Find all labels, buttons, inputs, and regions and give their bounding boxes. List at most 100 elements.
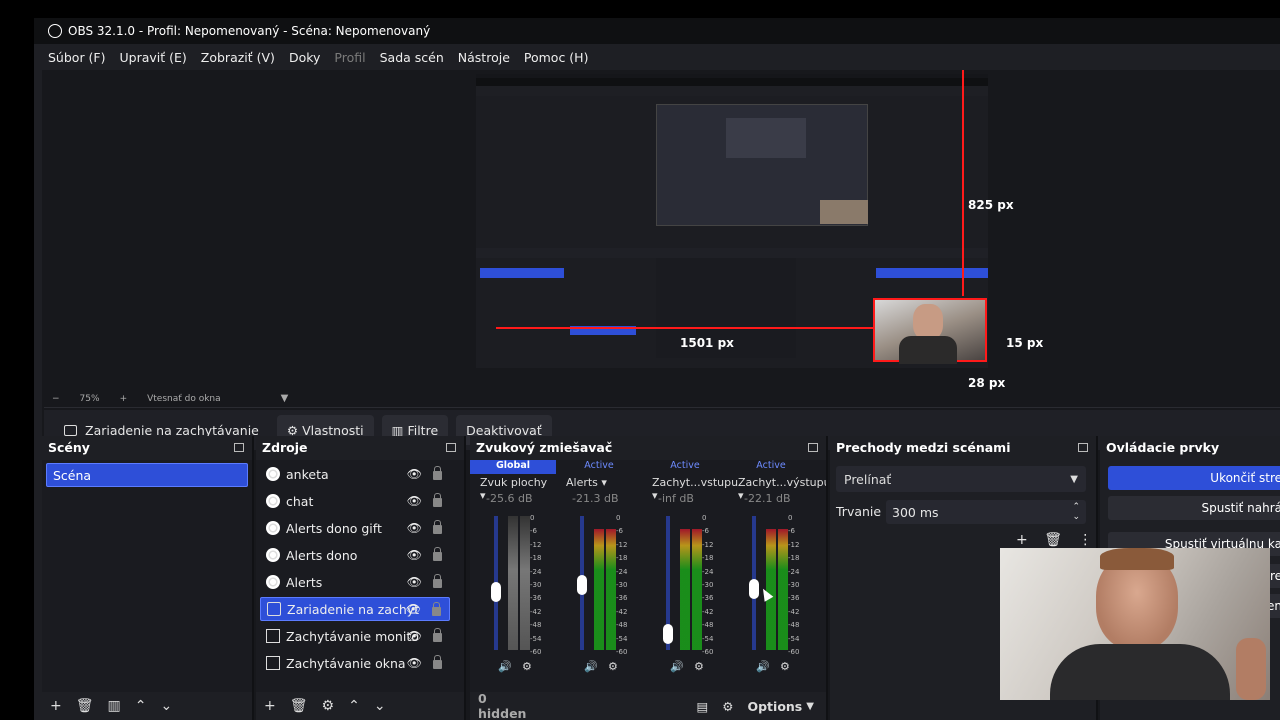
eye-icon[interactable]: 👁 [407,548,422,562]
menu-view[interactable]: Zobraziť (V) [201,50,275,65]
zoom-out-button[interactable]: − [52,394,60,404]
popout-icon[interactable] [234,442,244,452]
chevron-up-icon[interactable]: ⌃ [348,698,360,714]
fit-to-window-select[interactable]: Vtesnať do okna [147,394,221,404]
list-item[interactable]: Alerts 👁 [260,570,450,594]
list-item[interactable]: Zachytávanie monito 👁 [260,624,450,648]
list-item[interactable]: chat 👁 [260,489,450,513]
guide-label-top: 825 px [968,198,1014,212]
transition-tools: + 🗑 ⋮ [1016,532,1092,548]
popout-icon[interactable] [1078,442,1088,452]
channel-name[interactable]: Zachyt...vstupu ▾ [642,476,738,502]
menu-docks[interactable]: Doky [289,50,320,65]
list-item[interactable]: anketa 👁 [260,462,450,486]
add-icon[interactable]: + [50,698,62,714]
mixer-channel: Active Alerts ▾ -21.3 dB 0 -6 -12 -18 -24 -30 -36… [556,460,642,690]
gear-icon[interactable]: ⚙ [322,698,335,714]
channel-status-badge: Active [756,460,786,471]
channel-settings-icon[interactable]: ⚙ [608,660,618,673]
scene-item[interactable]: Scéna [46,463,248,487]
lock-icon[interactable] [433,547,442,561]
lock-icon[interactable] [433,466,442,480]
volume-fader[interactable] [749,579,759,599]
channel-settings-icon[interactable]: ⚙ [780,660,790,673]
eye-icon[interactable]: 👁 [407,467,422,481]
add-icon[interactable]: + [264,698,276,714]
options-button[interactable]: Options [747,699,802,714]
preview-canvas[interactable] [476,74,988,368]
list-item[interactable]: Alerts dono 👁 [260,543,450,567]
hidden-count[interactable]: 0 hidden [478,691,526,720]
layout-icon[interactable]: ▤ [696,699,708,714]
muted-speaker-icon[interactable]: 🔊 [498,660,512,673]
scale-tick: -18 [788,554,800,563]
eye-icon[interactable]: 👁 [407,629,422,643]
list-item[interactable]: Zachytávanie okna 👁 [260,651,450,675]
menu-file[interactable]: Súbor (F) [48,50,106,65]
eye-icon[interactable]: 👁 [407,494,422,508]
channel-name[interactable]: Zachyt...výstupu ▾ [728,476,826,502]
menu-profile[interactable]: Profil [334,50,365,65]
menu-tools[interactable]: Nástroje [458,50,510,65]
volume-fader[interactable] [663,624,673,644]
speaker-icon[interactable]: 🔊 [756,660,770,673]
lock-icon[interactable] [433,493,442,507]
speaker-icon[interactable]: 🔊 [670,660,684,673]
eye-icon[interactable]: 👁 [407,521,422,535]
lock-icon[interactable] [432,602,441,616]
channel-settings-icon[interactable]: ⚙ [522,660,532,673]
scale-tick: -30 [530,581,542,590]
trash-icon[interactable]: 🗑 [290,698,308,714]
lock-icon[interactable] [433,574,442,588]
zoom-in-button[interactable]: + [120,394,128,404]
lock-icon[interactable] [433,628,442,642]
speaker-icon[interactable]: 🔊 [584,660,598,673]
chevron-down-icon[interactable]: ⌄ [160,698,172,714]
preview-area[interactable]: 825 px 1501 px 15 px 28 px [44,70,1280,390]
transitions-title: Prechody medzi scénami [836,439,1011,455]
popout-icon[interactable] [446,442,456,452]
start-recording-button[interactable]: Spustiť nahrá [1108,496,1280,520]
volume-fader[interactable] [491,582,501,602]
volume-fader[interactable] [577,575,587,595]
webcam-inset[interactable] [873,298,987,364]
source-label: Alerts dono gift [286,520,382,536]
chevron-up-icon[interactable]: ⌃ [135,698,147,714]
duration-input[interactable]: 300 ms ⌃ ⌄ [886,500,1086,524]
more-icon[interactable]: ⋮ [1078,532,1092,548]
zoom-level: 75% [79,393,100,404]
chevron-down-icon[interactable]: ▼ [806,701,814,712]
controls-header: Ovládacie prvky [1100,436,1280,458]
popout-icon[interactable] [808,442,818,452]
menu-help[interactable]: Pomoc (H) [524,50,589,65]
chevron-down-icon[interactable]: ▼ [281,393,289,404]
eye-icon[interactable]: 👁 [406,602,421,616]
filter-icon[interactable]: ▥ [108,698,121,714]
channel-db: -21.3 dB [572,492,619,505]
meter-scale: 0 -6 -12 -18 -24 -30 -36 -42 -48 -54 -60 [616,512,636,659]
list-item[interactable]: Alerts dono gift 👁 [260,516,450,540]
scale-tick: 0 [530,514,535,522]
list-item-selected[interactable]: Zariadenie na zachyt 👁 [260,597,450,621]
lock-icon[interactable] [433,655,442,669]
eye-icon[interactable]: 👁 [407,575,422,589]
guide-label-left: 1501 px [680,336,734,350]
gear-icon[interactable]: ⚙ [722,699,733,714]
menu-edit[interactable]: Upraviť (E) [120,50,187,65]
trash-icon[interactable]: 🗑 [1044,532,1062,548]
browser-icon [266,521,280,535]
channel-name[interactable]: Zvuk plochy ▾ [470,476,556,502]
trash-icon[interactable]: 🗑 [76,698,94,714]
chevron-down-icon[interactable]: ⌄ [374,698,386,714]
stop-stream-button[interactable]: Ukončiť stre [1108,466,1280,490]
stepper-icon[interactable]: ⌃ ⌄ [1072,502,1080,522]
transition-select[interactable]: Prelínať ▼ [836,466,1086,492]
eye-icon[interactable]: 👁 [407,656,422,670]
add-icon[interactable]: + [1016,532,1028,548]
level-meter [508,516,518,650]
lock-icon[interactable] [433,520,442,534]
menu-scene-collection[interactable]: Sada scén [380,50,444,65]
sources-header: Zdroje [256,436,464,458]
channel-settings-icon[interactable]: ⚙ [694,660,704,673]
channel-name[interactable]: Alerts ▾ [556,476,642,492]
